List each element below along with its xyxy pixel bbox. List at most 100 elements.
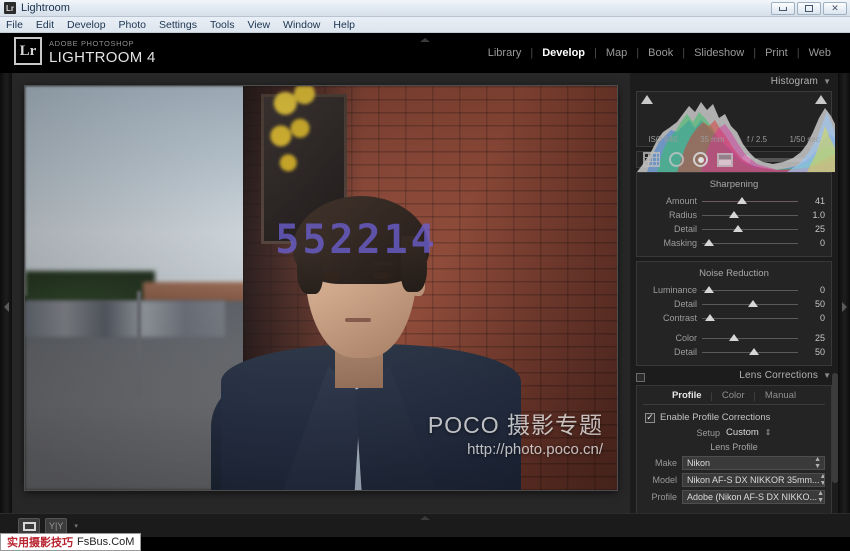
image-canvas[interactable]: 552214 POCO 摄影专题 http://photo.poco.cn/ xyxy=(12,73,630,541)
menu-item-help[interactable]: Help xyxy=(333,19,355,31)
module-library[interactable]: Library xyxy=(479,47,531,59)
chevron-down-icon[interactable]: ▼ xyxy=(823,77,831,86)
lens-model-row[interactable]: Model Nikon AF-S DX NIKKOR 35mm... ▲▼ xyxy=(643,473,825,487)
chevron-down-icon[interactable]: ▼ xyxy=(823,371,831,380)
lens-model-label: Model xyxy=(652,475,677,485)
enable-profile-corrections-row[interactable]: ✓ Enable Profile Corrections xyxy=(643,409,825,425)
slider-label: Color xyxy=(675,333,697,343)
watermark-url: http://photo.poco.cn/ xyxy=(467,441,603,458)
photo-parked-cars xyxy=(25,301,225,337)
minimize-button[interactable] xyxy=(771,2,795,15)
slider-label: Amount xyxy=(665,196,697,206)
loupe-icon xyxy=(22,521,36,531)
photo-sky xyxy=(25,86,265,296)
module-web[interactable]: Web xyxy=(800,47,840,59)
slider-value: 41 xyxy=(814,196,825,206)
menu-item-photo[interactable]: Photo xyxy=(119,19,146,31)
lens-corrections-title: Lens Corrections xyxy=(739,370,819,381)
lens-make-select[interactable]: Nikon ▲ ▼ xyxy=(682,456,825,470)
enable-profile-corrections-checkbox[interactable]: ✓ xyxy=(645,412,655,423)
left-panel-toggle[interactable] xyxy=(0,73,12,541)
close-button[interactable]: ✕ xyxy=(823,2,847,15)
lens-make-value: Nikon xyxy=(687,458,711,468)
right-panel-toggle[interactable] xyxy=(838,73,850,541)
slider-track[interactable] xyxy=(702,333,798,343)
menu-item-settings[interactable]: Settings xyxy=(159,19,197,31)
photo-eye-left xyxy=(323,272,341,279)
slider-color[interactable]: Color 25 xyxy=(643,331,825,345)
lightroom-header: Lr ADOBE PHOTOSHOP LIGHTROOM 4 Library |… xyxy=(0,33,850,73)
histogram-graph[interactable]: ISO 640 35 mm f / 2.5 1/50 sec xyxy=(636,91,835,172)
menu-item-file[interactable]: File xyxy=(6,19,23,31)
menu-item-develop[interactable]: Develop xyxy=(67,19,106,31)
lens-model-select[interactable]: Nikon AF-S DX NIKKOR 35mm... ▲▼ xyxy=(682,473,825,487)
slider-value: 25 xyxy=(814,224,825,234)
module-develop[interactable]: Develop xyxy=(533,47,594,59)
slider-track[interactable] xyxy=(702,210,798,220)
lens-profile-row[interactable]: Profile Adobe (Nikon AF-S DX NIKKO... ▲ ▼ xyxy=(643,490,825,504)
before-after-label: Y|Y xyxy=(49,521,64,531)
menu-item-window[interactable]: Window xyxy=(283,19,320,31)
maximize-button[interactable] xyxy=(797,2,821,15)
loupe-view-button[interactable] xyxy=(18,518,40,534)
slider-track[interactable] xyxy=(702,299,798,309)
module-print[interactable]: Print xyxy=(756,47,797,59)
slider-luminance[interactable]: Luminance 0 xyxy=(643,283,825,297)
lens-corrections-tabs: Profile | Color | Manual xyxy=(643,390,825,405)
slider-amount[interactable]: Amount 41 xyxy=(643,194,825,208)
slider-track[interactable] xyxy=(702,224,798,234)
lens-corrections-header[interactable]: Lens Corrections ▼ xyxy=(634,370,834,382)
slider-detail[interactable]: Detail 25 xyxy=(643,222,825,236)
stepper-icon[interactable]: ⇕ xyxy=(765,428,772,437)
before-after-button[interactable]: Y|Y xyxy=(45,518,68,534)
slider-value: 50 xyxy=(814,347,825,357)
menu-item-edit[interactable]: Edit xyxy=(36,19,54,31)
menu-item-view[interactable]: View xyxy=(247,19,270,31)
module-slideshow[interactable]: Slideshow xyxy=(685,47,753,59)
slider-track[interactable] xyxy=(702,196,798,206)
menu-item-tools[interactable]: Tools xyxy=(210,19,235,31)
slider-track[interactable] xyxy=(702,313,798,323)
slider-masking[interactable]: Masking 0 xyxy=(643,236,825,250)
photo-mouth xyxy=(345,318,371,322)
overlay-number-watermark: 552214 xyxy=(275,216,438,263)
panel-switch-icon[interactable] xyxy=(636,373,645,382)
setup-value[interactable]: Custom xyxy=(726,427,759,438)
spot-removal-icon[interactable] xyxy=(669,152,684,167)
tab-manual[interactable]: Manual xyxy=(756,390,805,401)
status-tip: 实用摄影技巧 FsBus.CoM xyxy=(0,533,142,551)
lightroom-app: Lr ADOBE PHOTOSHOP LIGHTROOM 4 Library |… xyxy=(0,33,850,541)
window-title: Lightroom xyxy=(21,2,70,14)
lightroom-body: 552214 POCO 摄影专题 http://photo.poco.cn/ H… xyxy=(0,73,850,541)
module-book[interactable]: Book xyxy=(639,47,682,59)
slider-track[interactable] xyxy=(702,285,798,295)
tab-color[interactable]: Color xyxy=(713,390,754,401)
noise-reduction-title: Noise Reduction xyxy=(699,268,769,279)
preview-photo[interactable]: 552214 POCO 摄影专题 http://photo.poco.cn/ xyxy=(25,86,617,490)
module-map[interactable]: Map xyxy=(597,47,636,59)
lens-profile-value: Adobe (Nikon AF-S DX NIKKO... xyxy=(687,492,818,502)
setup-row[interactable]: Setup Custom ⇕ xyxy=(643,427,825,438)
filmstrip-toggle-icon[interactable] xyxy=(420,516,430,520)
slider-contrast[interactable]: Contrast 0 xyxy=(643,311,825,325)
chevron-down-icon[interactable]: ▾ xyxy=(74,522,78,530)
setup-label: Setup xyxy=(696,427,721,438)
histogram-panel-header[interactable]: Histogram ▼ xyxy=(634,76,834,87)
slider-track[interactable] xyxy=(702,238,798,248)
graduated-filter-icon[interactable] xyxy=(717,152,733,167)
slider-radius[interactable]: Radius 1.0 xyxy=(643,208,825,222)
chevron-left-icon xyxy=(3,302,9,312)
exif-iso: ISO 640 xyxy=(648,135,678,144)
lens-profile-title: Lens Profile xyxy=(710,442,758,452)
slider-label: Masking xyxy=(663,238,697,248)
tab-profile[interactable]: Profile xyxy=(663,390,711,401)
slider-color-detail[interactable]: Detail 50 xyxy=(643,345,825,359)
sharpening-title: Sharpening xyxy=(709,179,759,190)
slider-track[interactable] xyxy=(702,347,798,357)
lens-make-row[interactable]: Make Nikon ▲ ▼ xyxy=(643,456,825,470)
red-eye-icon[interactable] xyxy=(693,152,708,167)
slider-luminance-detail[interactable]: Detail 50 xyxy=(643,297,825,311)
crop-overlay-icon[interactable] xyxy=(643,152,660,167)
view-mode-tools: Y|Y ▾ xyxy=(18,518,78,534)
lens-profile-select[interactable]: Adobe (Nikon AF-S DX NIKKO... ▲ ▼ xyxy=(682,490,825,504)
